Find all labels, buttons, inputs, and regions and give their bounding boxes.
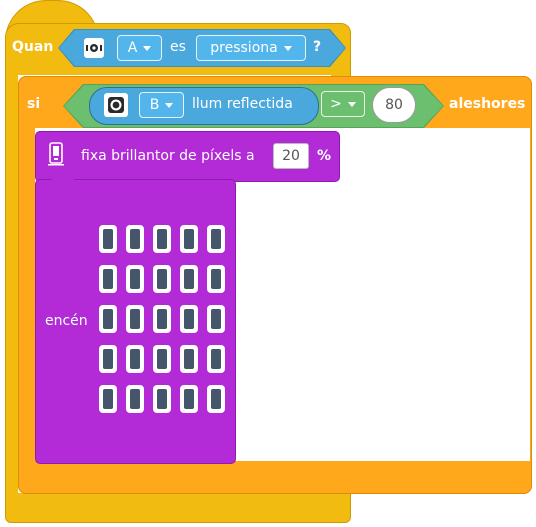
light-sensor-icon xyxy=(104,93,128,117)
brightness-value-input[interactable]: 20 xyxy=(273,143,309,169)
operator-value: > xyxy=(330,96,342,112)
compare-value-input[interactable]: 80 xyxy=(372,87,416,123)
pixel-toggle[interactable] xyxy=(180,385,198,413)
pixel-toggle[interactable] xyxy=(153,345,171,373)
brightness-unit: % xyxy=(317,148,332,164)
state-value: pressiona xyxy=(210,40,278,56)
port-value: A xyxy=(127,40,138,56)
pixel-toggle[interactable] xyxy=(99,385,117,413)
light-up-label: encén xyxy=(45,313,88,329)
pixel-toggle[interactable] xyxy=(153,385,171,413)
pixel-toggle[interactable] xyxy=(99,225,117,253)
sensor-port-value: B xyxy=(149,97,160,113)
then-label: aleshores xyxy=(449,96,526,112)
pixel-toggle[interactable] xyxy=(153,265,171,293)
operator-dropdown[interactable]: > xyxy=(321,91,365,117)
pixel-toggle[interactable] xyxy=(180,225,198,253)
pixel-toggle[interactable] xyxy=(126,385,144,413)
pixel-toggle[interactable] xyxy=(153,305,171,333)
chevron-down-icon xyxy=(283,45,292,51)
motion-sensor-icon xyxy=(84,38,104,58)
port-dropdown-event[interactable]: A xyxy=(117,35,162,61)
pixel-toggle[interactable] xyxy=(180,265,198,293)
pixel-toggle[interactable] xyxy=(207,385,225,413)
block-connector-notch xyxy=(52,176,74,184)
pixel-toggle[interactable] xyxy=(126,225,144,253)
pixel-toggle[interactable] xyxy=(207,265,225,293)
event-block-label: Quan xyxy=(12,39,54,55)
chevron-down-icon xyxy=(165,102,174,108)
state-dropdown[interactable]: pressiona xyxy=(196,35,306,61)
if-block-label: si xyxy=(27,96,41,112)
pixel-toggle[interactable] xyxy=(207,345,225,373)
pixel-toggle[interactable] xyxy=(153,225,171,253)
pixel-toggle[interactable] xyxy=(180,345,198,373)
pixel-grid[interactable] xyxy=(99,225,229,415)
help-text: ? xyxy=(313,39,322,55)
pixel-toggle[interactable] xyxy=(99,305,117,333)
chevron-down-icon xyxy=(143,45,152,51)
pixel-toggle[interactable] xyxy=(126,345,144,373)
pixel-toggle[interactable] xyxy=(126,305,144,333)
event-connector-text: es xyxy=(170,39,186,55)
pixel-toggle[interactable] xyxy=(207,305,225,333)
pixel-toggle[interactable] xyxy=(99,345,117,373)
set-brightness-label: fixa brillantor de píxels a xyxy=(81,148,255,164)
pixel-toggle[interactable] xyxy=(207,225,225,253)
pixel-display-icon xyxy=(48,142,64,170)
reporter-label: llum reflectida xyxy=(192,96,293,112)
pixel-toggle[interactable] xyxy=(99,265,117,293)
pixel-toggle[interactable] xyxy=(180,305,198,333)
port-dropdown-sensor[interactable]: B xyxy=(139,92,184,118)
chevron-down-icon xyxy=(347,101,356,107)
pixel-toggle[interactable] xyxy=(126,265,144,293)
